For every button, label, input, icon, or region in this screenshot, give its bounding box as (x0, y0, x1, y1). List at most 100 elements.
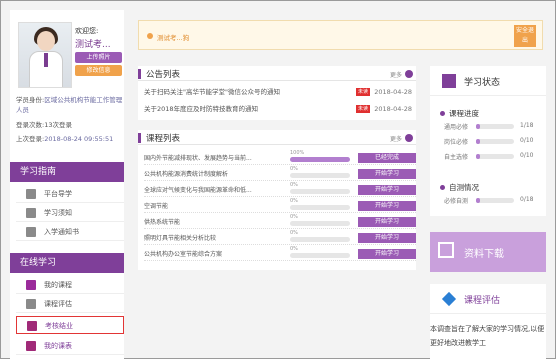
course-action-button[interactable]: 开始学习 (358, 185, 416, 195)
book-icon (442, 74, 456, 88)
status-progress-bar (476, 198, 514, 203)
menu-item-label: 我的课表 (44, 342, 72, 350)
course-action-button[interactable]: 开始学习 (358, 249, 416, 259)
announcement-row-title[interactable]: 关于扫码关注"高华节能学堂"微信公众号的通知 (144, 88, 280, 96)
course-progress-heading: 课程进度 (440, 108, 479, 119)
sidebar: 欢迎您: 测试考... 上传照片 修改信息 学员身份:区域公共机构节能工作管理人… (10, 10, 124, 359)
menu-item-label: 学习须知 (44, 209, 72, 217)
status-row: 岗位必修 0/10 (444, 137, 544, 146)
upload-photo-button[interactable]: 上传照片 (75, 52, 122, 63)
status-row-label: 通用必修 (444, 124, 469, 131)
status-row: 通用必修 1/18 (444, 122, 544, 131)
course-name[interactable]: 全球应对气候变化与我国能源革命和低... (144, 184, 284, 197)
notice-text: 测试考...狗 (157, 34, 190, 42)
course-progress-bar (290, 173, 350, 178)
course-progress-title: 课程进度 (449, 109, 479, 118)
course-row: 照明灯具节能相关分析比较 0% 开始学习 (144, 230, 416, 245)
course-row: 全球应对气候变化与我国能源革命和低... 0% 开始学习 (144, 182, 416, 197)
status-row-label: 岗位必修 (444, 139, 469, 146)
self-test-heading: 自测情况 (440, 182, 479, 193)
course-name[interactable]: 国内外节能减排现状、发展趋势与当前... (144, 152, 284, 165)
edit-info-button[interactable]: 修改信息 (75, 65, 122, 76)
announcement-row[interactable]: 关于扫码关注"高华节能学堂"微信公众号的通知 未读 2018-04-28 (144, 86, 414, 98)
download-banner[interactable]: 资料下载 (430, 232, 546, 272)
login-count-label: 登录次数: (16, 121, 45, 129)
course-action-button[interactable]: 已经完成 (358, 153, 416, 163)
evaluation-header: 课程评估 (430, 284, 546, 314)
announcement-more-link[interactable]: 更多 (390, 70, 402, 79)
menu-item-course-evaluation[interactable]: 课程评估 (16, 295, 124, 313)
menu-item-admission[interactable]: 入学通知书 (16, 223, 124, 241)
avatar (18, 22, 72, 88)
course-row: 公共机构办公室节能综合方案 0% 开始学习 (144, 246, 416, 261)
status-row-label: 必修自测 (444, 198, 469, 205)
menu-item-exam-completion[interactable]: 考核结业 (16, 316, 124, 334)
more-icon[interactable] (405, 70, 413, 78)
identity-label: 学员身份: (16, 96, 45, 104)
status-row-value: 1/18 (520, 122, 534, 129)
course-name[interactable]: 公共机构能源消费统计制度解析 (144, 168, 284, 181)
chat-icon (26, 299, 36, 309)
course-action-button[interactable]: 开始学习 (358, 217, 416, 227)
status-progress-bar (476, 139, 514, 144)
evaluation-title: 课程评估 (464, 296, 501, 306)
announcement-row-date: 2018-04-28 (374, 105, 412, 113)
course-progress-bar (290, 237, 350, 242)
welcome-text: 欢迎您: (75, 27, 99, 35)
course-action-button[interactable]: 开始学习 (358, 169, 416, 179)
unread-badge: 未读 (355, 105, 370, 113)
course-row: 公共机构能源消费统计制度解析 0% 开始学习 (144, 166, 416, 181)
status-row-label: 自主选修 (444, 154, 469, 161)
study-status-panel: 学习状态 课程进度 通用必修 1/18 岗位必修 0/10 自主选修 0/10 自测情况 … (430, 66, 546, 216)
course-more-link[interactable]: 更多 (390, 134, 402, 143)
course-row: 空调节能 0% 开始学习 (144, 198, 416, 213)
course-progress-bar (290, 189, 350, 194)
status-row-value: 0/10 (520, 152, 534, 159)
menu-item-label: 考核结业 (45, 322, 73, 330)
course-name[interactable]: 公共机构办公室节能综合方案 (144, 248, 284, 261)
course-action-button[interactable]: 开始学习 (358, 233, 416, 243)
course-name[interactable]: 照明灯具节能相关分析比较 (144, 232, 284, 245)
monitor-icon (26, 189, 36, 199)
course-name[interactable]: 供热系统节能 (144, 216, 284, 229)
study-status-header: 学习状态 (430, 66, 546, 96)
info-icon (147, 33, 153, 39)
course-action-button[interactable]: 开始学习 (358, 201, 416, 211)
course-progress-bar (290, 157, 350, 162)
menu-item-label: 我的课程 (44, 281, 72, 289)
announcement-row-date: 2018-04-28 (374, 88, 412, 96)
menu-item-platform-guide[interactable]: 平台导学 (16, 185, 124, 203)
course-progress-bar (290, 205, 350, 210)
study-status-title: 学习状态 (464, 78, 501, 88)
announcement-title: 公告列表 (146, 70, 181, 80)
evaluation-text: 本调查旨在了解大家的学习情况,以便更好地改进教学工 (430, 325, 545, 347)
diamond-icon (441, 291, 457, 307)
edit-icon (27, 321, 37, 331)
status-row: 必修自测 0/18 (444, 196, 544, 205)
status-progress-bar (476, 124, 514, 129)
login-count-value: 13次登录 (44, 121, 72, 129)
status-row-value: 0/18 (520, 196, 534, 203)
logout-button[interactable]: 安全退出 (514, 25, 536, 47)
status-progress-bar (476, 154, 514, 159)
document-icon (26, 208, 36, 218)
evaluation-panel: 课程评估 本调查旨在了解大家的学习情况,以便更好地改进教学工 (430, 284, 546, 359)
announcement-panel: 公告列表 更多 关于扫码关注"高华节能学堂"微信公众号的通知 未读 2018-0… (138, 66, 416, 120)
status-row: 自主选修 0/10 (444, 152, 544, 161)
more-icon[interactable] (405, 134, 413, 142)
course-header: 课程列表 更多 (138, 130, 416, 145)
menu-item-my-schedule[interactable]: 我的课表 (16, 337, 124, 355)
username: 测试考... (75, 40, 111, 50)
menu-item-study-notice[interactable]: 学习须知 (16, 204, 124, 222)
announcement-row-title[interactable]: 关于2018年度应及时防特技教育的通知 (144, 105, 258, 113)
course-row: 国内外节能减排现状、发展趋势与当前... 100% 已经完成 (144, 150, 416, 165)
last-login-label: 上次登录: (16, 135, 45, 143)
study-guide-header: 学习指南 (10, 162, 124, 182)
course-progress-bar (290, 253, 350, 258)
announcement-row[interactable]: 关于2018年度应及时防特技教育的通知 未读 2018-04-28 (144, 103, 414, 115)
course-name[interactable]: 空调节能 (144, 200, 284, 213)
self-test-title: 自测情况 (449, 183, 479, 192)
menu-item-my-courses[interactable]: 我的课程 (16, 276, 124, 294)
announcement-header: 公告列表 更多 (138, 66, 416, 81)
course-row: 供热系统节能 0% 开始学习 (144, 214, 416, 229)
